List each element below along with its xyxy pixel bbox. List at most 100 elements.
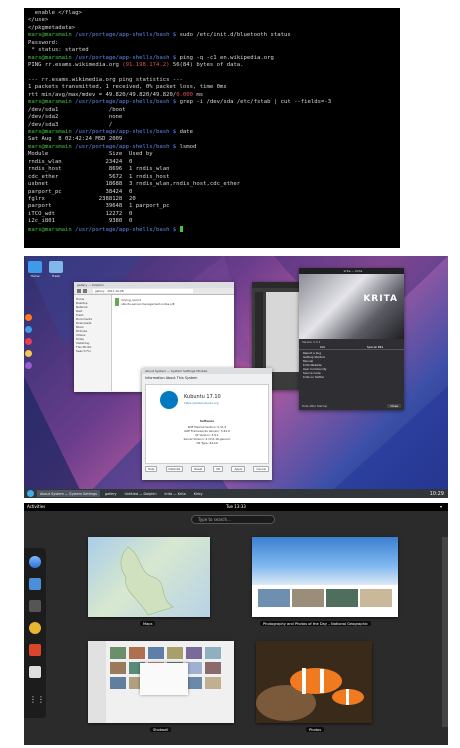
trash-icon[interactable]	[49, 261, 63, 273]
terminal-text: rndis_wlan 23424 0	[28, 158, 133, 165]
places-panel: Home Desktop Network Root Trash Documents Down…	[74, 295, 112, 391]
search-entry[interactable]: Type to search…	[191, 515, 275, 524]
kubuntu-logo-icon	[160, 391, 178, 409]
back-icon[interactable]	[77, 289, 81, 293]
krita-brand: KRITA	[363, 294, 398, 304]
window-thumbnail-shotwell[interactable]	[88, 641, 234, 723]
camera-icon[interactable]	[29, 600, 41, 612]
app-icon-yellow[interactable]	[25, 350, 32, 357]
terminal-line: parport 39648 1 parport_pc	[28, 203, 396, 210]
terminal-text: i2c_i801 9380 0	[28, 218, 133, 225]
reset-button[interactable]: Reset	[191, 466, 206, 472]
krita-splash[interactable]: krita — Krita KRITA Version 3.3.1 Info S…	[299, 268, 404, 410]
terminal-window[interactable]: enable </flag> </use> </pkgmetadata> mars@m…	[24, 8, 400, 248]
cancel-button[interactable]: Cancel	[253, 466, 269, 472]
file-name: ubuntu-server-management-notes.odt	[121, 302, 175, 306]
location-bar[interactable]: gallery · 2017-10-08	[93, 289, 193, 293]
prompt-path: /usr/portage/app-shells/bash $	[71, 129, 180, 135]
prompt-user: mars@marsmain	[28, 99, 72, 106]
forward-icon[interactable]	[83, 289, 87, 293]
window-label: Maps	[140, 621, 156, 626]
taskbar-task[interactable]: krita — Krita	[162, 490, 189, 497]
clownfish-photo	[256, 641, 372, 723]
home-folder-icon[interactable]	[28, 261, 42, 273]
window-thumbnail-national-geographic[interactable]	[252, 537, 398, 617]
file-row[interactable]: ubuntu-server-management-notes.odt	[115, 302, 231, 306]
tab-special-bits[interactable]: Special Bits	[367, 345, 383, 349]
close-button[interactable]: Close	[387, 404, 401, 408]
apply-button[interactable]: Apply	[231, 466, 246, 472]
window-thumbnail-maps[interactable]	[88, 537, 210, 617]
app-launcher-icon[interactable]	[27, 490, 34, 497]
tab-info[interactable]: Info	[320, 345, 325, 349]
terminal-text: grep -i /dev/sda /etc/fstab | cut --fiel…	[179, 99, 332, 106]
desktop-icon-label-trash: Trash	[52, 274, 60, 278]
distro-link[interactable]: https://www.kubuntu.org	[184, 401, 219, 405]
terminal-text: sudo /etc/init.d/bluetooth status	[179, 32, 291, 39]
files-icon[interactable]	[29, 578, 41, 590]
window-label: Photography and Photos of the Day – Nati…	[260, 621, 371, 626]
system-menu-icon[interactable]: ▾	[440, 503, 444, 511]
krita-toolbox	[255, 292, 263, 372]
maps-icon[interactable]	[29, 644, 41, 656]
terminal-cursor	[179, 225, 183, 232]
terminal-text: fglrx 2388128 20	[28, 195, 136, 202]
taskbar-task[interactable]: About System — System Settings	[37, 490, 100, 497]
clock[interactable]: Tue 13:33	[24, 503, 448, 511]
terminal-text: * status: started	[28, 47, 89, 54]
workspace-switcher[interactable]	[442, 537, 448, 727]
ok-button[interactable]: OK	[213, 466, 224, 472]
app-icon-red[interactable]	[25, 338, 32, 345]
krita-link[interactable]: Krita on Twitter	[303, 375, 400, 379]
help-button[interactable]: Help	[145, 466, 158, 472]
software-icon[interactable]	[29, 666, 41, 678]
terminal-line: mars@marsmain /usr/portage/app-shells/ba…	[28, 225, 396, 233]
taskbar-task[interactable]: gallery	[102, 490, 120, 497]
terminal-text: /dev/sda2 none	[28, 114, 123, 121]
terminal-text: cdc_ether 5672 1 rndis_host	[28, 173, 170, 180]
terminal-text: ping -q -c1 en.wikipedia.org	[179, 54, 274, 61]
terminal-line: cdc_ether 5672 1 rndis_host	[28, 174, 396, 181]
terminal-line: </pkgmetadata>	[28, 25, 396, 32]
prompt-path: /usr/portage/app-shells/bash $	[71, 32, 180, 39]
terminal-text: parport 39648 1 parport_pc	[28, 203, 170, 210]
app-icon-purple[interactable]	[25, 362, 32, 369]
dolphin-icon[interactable]	[25, 326, 32, 333]
terminal-text: parport_pc 38424 0	[28, 188, 133, 195]
shotwell-dialog[interactable]	[140, 663, 188, 695]
about-system-window[interactable]: About System — System Settings Module In…	[142, 368, 272, 480]
prompt-user: mars@marsmain	[28, 226, 72, 233]
terminal-line: iTCO_wdt 12272 0	[28, 211, 396, 218]
photo-strip	[252, 585, 398, 611]
defaults-button[interactable]: Defaults	[165, 466, 184, 472]
terminal-text: 0.000	[176, 91, 194, 98]
window-thumbnail-photos[interactable]	[256, 641, 372, 723]
taskbar-task[interactable]: Untitled — Dolphin	[122, 490, 160, 497]
terminal-line: /dev/sda1 /boot	[28, 107, 396, 114]
search-placeholder: Type to search…	[198, 517, 232, 522]
show-applications-icon[interactable]: ⋮⋮	[29, 694, 45, 706]
taskbar: About System — System Settings gallery Unt…	[24, 489, 448, 498]
firefox-icon[interactable]	[25, 314, 32, 321]
taskbar-task[interactable]: Kirby	[191, 490, 206, 497]
terminal-line: i2c_i801 9380 0	[28, 218, 396, 225]
terminal-text: enable </flag>	[28, 10, 82, 16]
terminal-text: </pkgmetadata>	[28, 24, 76, 31]
sidebar-item-search-for[interactable]: Search For	[76, 349, 109, 353]
hide-after-startup-check[interactable]: Hide After Startup	[302, 404, 327, 408]
rhythmbox-icon[interactable]	[29, 622, 41, 634]
prompt-path: /usr/portage/app-shells/bash $	[71, 99, 180, 106]
about-content: Kubuntu 17.10 https://www.kubuntu.org So…	[145, 384, 269, 464]
web-browser-icon[interactable]	[29, 556, 41, 568]
terminal-text: PING rr.esams.wikimedia.org	[28, 62, 123, 69]
terminal-line: enable </flag>	[28, 10, 396, 17]
distro-name: Kubuntu 17.10	[184, 394, 221, 400]
terminal-text: Module Size Used by	[28, 151, 153, 158]
kde-plasma-desktop: Home Trash gallery — Dolphin gallery · 2…	[24, 256, 448, 498]
gnome-activities-overview: Activities Tue 13:33 ▾ Type to search… ⋮…	[24, 503, 448, 745]
clock[interactable]: 10:29	[430, 491, 444, 497]
terminal-line: rndis_host 8696 1 rndis_wlan	[28, 166, 396, 173]
dash: ⋮⋮	[24, 548, 46, 718]
terminal-text: Sat Aug 8 02:42:24 MSD 2009	[28, 136, 123, 143]
krita-links: Report a bug Getting Started Manual Krita W…	[299, 350, 404, 380]
